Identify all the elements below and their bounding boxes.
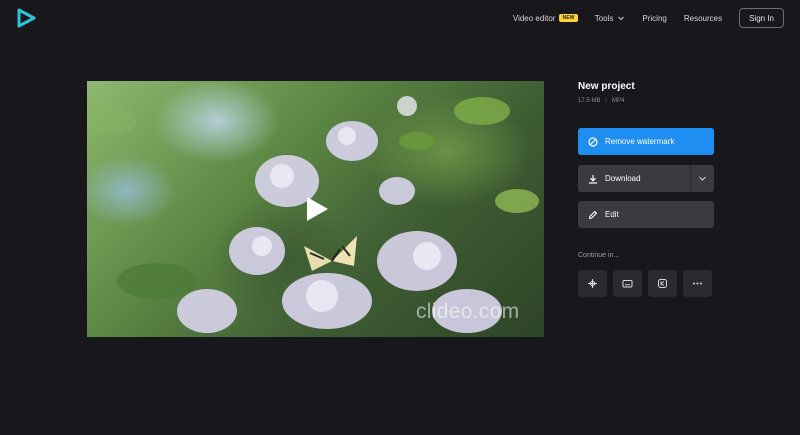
file-meta: 17.5 MB / MP4	[578, 98, 625, 104]
pencil-icon	[588, 210, 598, 219]
more-button[interactable]	[683, 270, 712, 297]
remove-watermark-button[interactable]: Remove watermark	[578, 128, 714, 155]
top-bar: Video editor NEW Tools Pricing Resources…	[0, 0, 800, 36]
remove-watermark-label: Remove watermark	[605, 137, 675, 146]
watermark-text: clideo.com	[416, 300, 520, 323]
download-icon	[589, 174, 597, 184]
speed-tool-icon	[658, 279, 667, 288]
file-format: MP4	[612, 98, 625, 104]
nav-video-editor-label: Video editor	[512, 13, 556, 23]
edit-button[interactable]: Edit	[578, 201, 714, 228]
sign-in-button[interactable]: Sign In	[739, 8, 784, 28]
nav-pricing[interactable]: Pricing	[642, 14, 666, 23]
chevron-down-icon	[699, 176, 706, 181]
download-options-toggle[interactable]	[690, 165, 714, 192]
new-badge: NEW	[559, 14, 578, 22]
video-preview[interactable]: clideo.com	[87, 81, 544, 337]
continue-in-label: Continue in...	[578, 252, 620, 259]
project-title: New project	[578, 81, 635, 92]
download-label: Download	[605, 174, 641, 183]
nav-tools-label: Tools	[594, 13, 614, 23]
more-icon	[693, 282, 702, 285]
nav-tools[interactable]: Tools	[595, 14, 626, 23]
speed-tool-button[interactable]	[648, 270, 677, 297]
subtitles-tool-icon	[622, 280, 633, 288]
main-nav: Video editor NEW Tools Pricing Resources…	[496, 8, 784, 28]
no-sign-icon	[588, 136, 598, 147]
play-icon[interactable]	[305, 196, 329, 222]
clideo-logo-icon[interactable]	[16, 8, 36, 28]
edit-label: Edit	[605, 210, 619, 219]
nav-video-editor[interactable]: Video editor NEW	[513, 14, 578, 23]
subtitles-tool-button[interactable]	[613, 270, 642, 297]
crop-tool-button[interactable]	[578, 270, 607, 297]
chevron-down-icon	[618, 16, 625, 21]
nav-resources[interactable]: Resources	[684, 14, 722, 23]
crop-tool-icon	[588, 279, 597, 288]
file-size: 17.5 MB	[578, 98, 601, 104]
continue-tools	[578, 270, 718, 297]
download-button[interactable]: Download	[578, 165, 714, 192]
